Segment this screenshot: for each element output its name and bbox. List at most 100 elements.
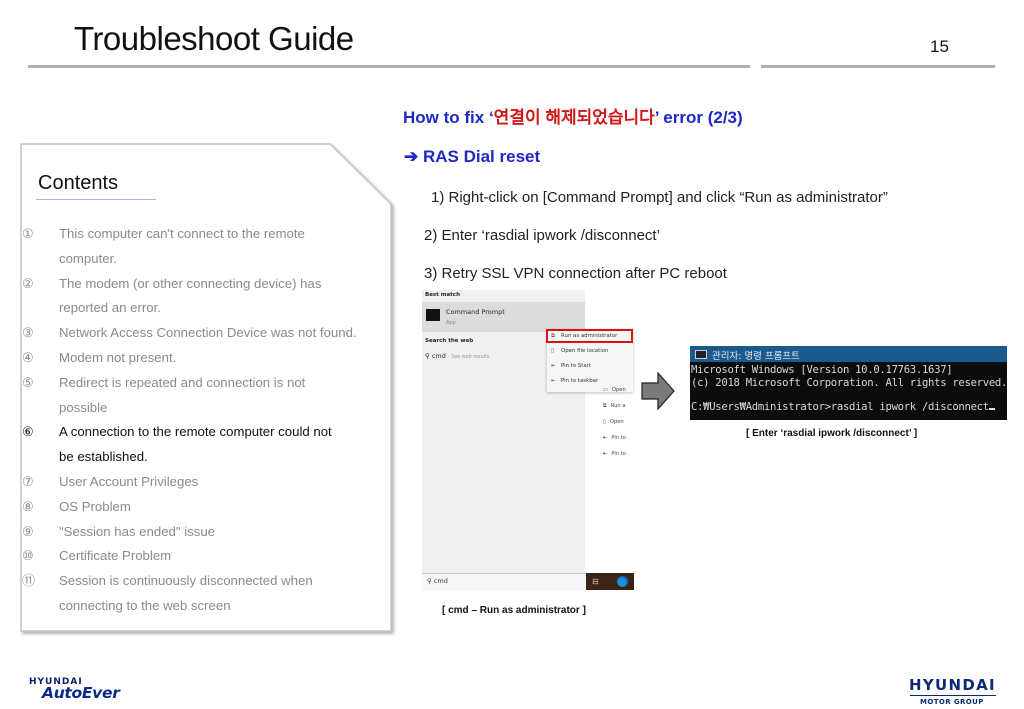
- side-action-item[interactable]: ⇤ Pin to: [603, 435, 626, 441]
- context-menu-pin-to-taskbar[interactable]: ⇤ Pin to taskbar: [551, 378, 598, 384]
- contents-item-number: ⑧: [22, 498, 34, 514]
- contents-item-number: [22, 247, 59, 272]
- side-action-item[interactable]: ▭ Open: [603, 387, 626, 393]
- edge-browser-icon[interactable]: [617, 576, 628, 587]
- action-icon: ⧉: [603, 403, 607, 409]
- side-action-item[interactable]: ▯ Open: [603, 419, 624, 425]
- best-match-label: Best match: [425, 292, 460, 298]
- step-1: 1) Right-click on [Command Prompt] and c…: [431, 189, 888, 206]
- contents-item-text: be established.: [59, 449, 148, 465]
- run-as-admin-highlight: [546, 329, 633, 343]
- taskbar-search-text: ⚲ cmd: [427, 577, 448, 585]
- contents-item: connecting to the web screen: [22, 594, 390, 619]
- console-title: 관리자: 명령 프롬프트: [712, 351, 800, 362]
- console-line: Microsoft Windows [Version 10.0.17763.16…: [691, 364, 953, 376]
- hyundai-motor-group-logo-sub: MOTOR GROUP: [920, 698, 984, 706]
- contents-item-text: possible: [59, 399, 108, 415]
- contents-item-number: ⑦: [22, 473, 34, 489]
- contents-item-number: [22, 594, 59, 619]
- app-name: Command Prompt: [446, 308, 505, 316]
- contents-item[interactable]: ⑪ Session is continuously disconnected wh…: [22, 569, 390, 594]
- search-icon: ⚲: [425, 352, 430, 360]
- action-icon: ▯: [603, 419, 606, 425]
- best-match-result[interactable]: [422, 302, 585, 332]
- action-icon: ⇤: [603, 435, 608, 441]
- contents-item-text: "Session has ended" issue: [59, 523, 215, 539]
- web-search-result[interactable]: ⚲ cmd - See web results: [425, 352, 489, 360]
- console-titlebar: 관리자: 명령 프롬프트: [690, 346, 1007, 362]
- contents-item[interactable]: ③ Network Access Connection Device was no…: [22, 321, 390, 346]
- contents-item[interactable]: ② The modem (or other connecting device) …: [22, 272, 390, 297]
- contents-item[interactable]: ① This computer can't connect to the remo…: [22, 222, 390, 247]
- howto-prefix: How to fix ‘: [403, 108, 494, 127]
- page-title: Troubleshoot Guide: [74, 20, 354, 57]
- task-view-icon[interactable]: ⊟: [592, 577, 599, 586]
- contents-item-number: ③: [22, 325, 34, 341]
- contents-item-number: ⑪: [22, 573, 36, 589]
- contents-item: be established.: [22, 445, 390, 470]
- action-label: Pin to: [611, 451, 626, 457]
- contents-item-text: OS Problem: [59, 498, 131, 514]
- contents-item-text: This computer can't connect to the remot…: [59, 226, 305, 241]
- contents-item-number: ⑩: [22, 548, 34, 564]
- side-action-item[interactable]: ⇤ Pin to: [603, 451, 626, 457]
- action-icon: ▭: [603, 387, 608, 393]
- contents-item-text: Session is continuously disconnected whe…: [59, 573, 313, 589]
- contents-item-number: [22, 296, 59, 321]
- step-2: 2) Enter ‘rasdial ipwork /disconnect’: [424, 227, 660, 244]
- action-label: Open: [611, 387, 626, 393]
- contents-item-text: Network Access Connection Device was not…: [59, 325, 357, 341]
- contents-item[interactable]: ⑥ A connection to the remote computer cou…: [22, 420, 390, 445]
- hyundai-motor-group-logo: HYUNDAI: [909, 676, 996, 694]
- console-command-line[interactable]: C:₩Users₩Administrator>rasdial ipwork /d…: [691, 401, 995, 413]
- contents-item-text: connecting to the web screen: [59, 597, 231, 613]
- app-type: App: [446, 320, 456, 326]
- howto-suffix: ’ error (2/3): [654, 108, 743, 127]
- search-icon: ⚲: [427, 577, 434, 585]
- command-prompt-icon: [426, 309, 440, 321]
- howto-heading: How to fix ‘연결이 해제되었습니다’ error (2/3): [403, 103, 743, 128]
- header-divider-left: [28, 65, 750, 68]
- action-label: Run a: [610, 403, 626, 409]
- contents-item-text: Redirect is repeated and connection is n…: [59, 374, 306, 390]
- web-search-query: cmd: [431, 352, 446, 360]
- right-arrow-icon: ➔: [404, 147, 419, 166]
- right-arrow-icon: [641, 372, 675, 410]
- context-menu-label: Pin to Start: [561, 363, 592, 369]
- contents-item-text: computer.: [59, 250, 117, 266]
- web-search-sub: - See web results: [447, 355, 490, 360]
- console-command-text: C:₩Users₩Administrator>rasdial ipwork /d…: [691, 401, 989, 413]
- contents-item: computer.: [22, 247, 390, 272]
- howto-error-message: 연결이 해제되었습니다: [493, 108, 655, 127]
- start-menu-caption: [ cmd – Run as administrator ]: [442, 605, 586, 616]
- context-menu-pin-to-start[interactable]: ⇤ Pin to Start: [551, 363, 591, 369]
- contents-item[interactable]: ⑦ User Account Privileges: [22, 470, 390, 495]
- pin-icon: ⇤: [551, 363, 556, 369]
- command-prompt-window: 관리자: 명령 프롬프트 Microsoft Windows [Version …: [690, 346, 1007, 420]
- contents-item[interactable]: ⑤ Redirect is repeated and connection is …: [22, 371, 390, 396]
- contents-list: ① This computer can't connect to the remo…: [22, 222, 390, 619]
- hyundai-autoever-logo: AutoEver: [42, 684, 120, 702]
- side-action-item[interactable]: ⧉ Run a: [603, 403, 626, 410]
- contents-item: possible: [22, 396, 390, 421]
- folder-icon: ▯: [551, 348, 554, 354]
- page-number: 15: [930, 37, 949, 56]
- contents-item-number: [22, 445, 59, 470]
- taskbar-search-value: cmd: [433, 577, 448, 585]
- header-divider-right: [761, 65, 995, 68]
- contents-item[interactable]: ⑨ "Session has ended" issue: [22, 520, 390, 545]
- contents-item-number: ①: [22, 226, 34, 241]
- contents-item-text: The modem (or other connecting device) h…: [59, 275, 322, 291]
- console-app-icon: [695, 350, 707, 359]
- context-menu-open-file-location[interactable]: ▯ Open file location: [551, 348, 608, 354]
- pin-icon: ⇤: [551, 378, 556, 384]
- contents-item-text: reported an error.: [59, 300, 161, 316]
- contents-item[interactable]: ⑩ Certificate Problem: [22, 544, 390, 569]
- contents-item[interactable]: ④ Modem not present.: [22, 346, 390, 371]
- action-icon: ⇤: [603, 451, 608, 457]
- contents-item-number: [22, 396, 59, 421]
- contents-item[interactable]: ⑧ OS Problem: [22, 495, 390, 520]
- contents-item-text: User Account Privileges: [59, 473, 199, 489]
- contents-underline: [36, 199, 156, 200]
- section-title: RAS Dial reset: [422, 147, 541, 166]
